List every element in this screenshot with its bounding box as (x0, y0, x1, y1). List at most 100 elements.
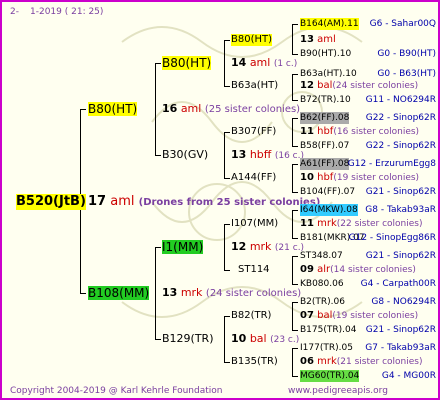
gen4-code-1: G6 - Sahar00Q (369, 19, 436, 29)
gen3-queen-1[interactable]: B80(HT) (231, 34, 273, 46)
gen1-line-2: 13 mrk (24 sister colonies) (162, 287, 301, 300)
gen3-abbr-8: mrk (317, 356, 337, 367)
gen2-num-2: 13 (231, 148, 247, 161)
gen4-queen-3[interactable]: B63a(HT).10 (300, 68, 357, 80)
gen3-line-1: 13 aml (300, 34, 336, 46)
gen1-abbr-1: aml (180, 102, 202, 115)
gen1-num-1: 16 (162, 102, 178, 115)
gen4-code-15: G7 - Takab93aR (365, 343, 436, 353)
gen4-queen-2[interactable]: B90(HT).10 (300, 48, 351, 60)
gen4-code-16: G4 - MG00R (381, 371, 436, 381)
gen2-queen-2[interactable]: B30(GV) (162, 149, 208, 161)
gen3-num-1: 13 (300, 34, 314, 45)
gen3-num-6: 09 (300, 264, 314, 275)
gen4-queen-7[interactable]: A61(FF).08 (300, 158, 350, 170)
gen4-code-3: G0 - B63(HT) (377, 69, 436, 79)
gen2-abbr-4: bal (249, 332, 267, 345)
gen3-num-3: 11 (300, 126, 314, 137)
root-desc: (Drones from 25 sister colonies) (138, 197, 321, 208)
gen2-num-4: 10 (231, 332, 247, 345)
gen2-queen-1[interactable]: B80(HT) (162, 56, 212, 70)
gen3-abbr-3: hbf (317, 126, 334, 137)
gen4-queen-5[interactable]: B62(FF).08 (300, 112, 350, 124)
gen2-abbr-3: mrk (249, 240, 272, 253)
gen2-desc-1: (1 c.) (273, 59, 298, 69)
gen4-code-7: G12 - ErzurumEgg8 (347, 159, 436, 169)
gen1-queen-2[interactable]: B108(MM) (88, 286, 150, 300)
gen3-queen-3[interactable]: B307(FF) (231, 126, 276, 138)
gen3-queen-8[interactable]: B135(TR) (231, 356, 278, 368)
gen3-desc-4: (19 sister colonies) (333, 173, 420, 183)
gen3-queen-6[interactable]: ST114 (238, 264, 270, 276)
gen3-desc-6: (14 sister colonies) (330, 265, 416, 275)
gen2-queen-3[interactable]: I1(MM) (162, 240, 204, 254)
gen3-line-3: 11 hbf(16 sister colonies) (300, 126, 419, 138)
gen4-queen-14[interactable]: B175(TR).04 (300, 324, 356, 336)
gen2-line-3: 12 mrk (21 c.) (231, 241, 304, 254)
gen3-line-8: 06 mrk(21 sister colonies) (300, 356, 423, 368)
gen4-code-2: G0 - B90(HT) (377, 49, 436, 59)
gen1-desc-2: (24 sister colonies) (205, 288, 302, 299)
gen2-line-4: 10 bal (23 c.) (231, 333, 299, 346)
gen3-line-5: 11 mrk(22 sister colonies) (300, 218, 423, 230)
gen4-queen-13[interactable]: B2(TR).06 (300, 296, 345, 308)
gen2-num-3: 12 (231, 240, 247, 253)
header-date: 1-2019 ( 21: 25) (30, 7, 104, 17)
gen1-abbr-2: mrk (180, 286, 203, 299)
gen4-code-4: G11 - NO6294R (365, 95, 436, 105)
gen3-num-7: 07 (300, 310, 314, 321)
gen4-queen-1[interactable]: B164(AM).11 (300, 18, 359, 30)
gen4-queen-15[interactable]: I177(TR).05 (300, 342, 353, 354)
gen4-queen-12[interactable]: KB080.06 (300, 278, 344, 290)
gen4-code-13: G8 - NO6294R (371, 297, 436, 307)
root-queen[interactable]: B520(JtB) (16, 194, 86, 210)
gen3-desc-7: (19 sister colonies) (332, 311, 419, 321)
gen3-line-4: 10 hbf(19 sister colonies) (300, 172, 419, 184)
gen4-code-5: G22 - Sinop62R (365, 113, 436, 123)
gen3-queen-2[interactable]: B63a(HT) (231, 80, 278, 92)
gen2-desc-4: (23 c.) (270, 335, 300, 345)
root-abbr: aml (110, 194, 135, 209)
gen4-code-8: G21 - Sinop62R (365, 187, 436, 197)
gen2-abbr-1: aml (249, 56, 271, 69)
gen4-code-12: G4 - Carpath00R (360, 279, 436, 289)
gen1-num-2: 13 (162, 286, 178, 299)
gen1-queen-1[interactable]: B80(HT) (88, 102, 138, 116)
gen2-queen-4[interactable]: B129(TR) (162, 333, 214, 345)
gen4-queen-16[interactable]: MG60(TR).04 (300, 370, 360, 382)
gen3-queen-4[interactable]: A144(FF) (231, 172, 276, 184)
gen2-num-1: 14 (231, 56, 247, 69)
gen3-abbr-5: mrk (317, 218, 337, 229)
gen3-abbr-2: bal (317, 80, 333, 91)
gen4-code-14: G21 - Sinop62R (365, 325, 436, 335)
gen3-desc-5: (22 sister colonies) (336, 219, 423, 229)
gen1-line-1: 16 aml (25 sister colonies) (162, 103, 300, 116)
header-left: 2- (10, 7, 19, 17)
gen1-desc-1: (25 sister colonies) (204, 104, 301, 115)
gen3-desc-8: (21 sister colonies) (336, 357, 423, 367)
root-num: 17 (88, 194, 107, 209)
pedigree-frame: 2- 1-2019 ( 21: 25) Copyright 2004-2019 … (0, 0, 440, 400)
gen3-num-4: 10 (300, 172, 314, 183)
gen3-num-5: 11 (300, 218, 314, 229)
gen3-abbr-7: bal (317, 310, 333, 321)
gen3-queen-5[interactable]: I107(MM) (231, 218, 278, 230)
gen4-queen-6[interactable]: B58(FF).07 (300, 140, 349, 152)
gen3-desc-2: (24 sister colonies) (332, 81, 419, 91)
footer-copyright: Copyright 2004-2019 @ Karl Kehrle Founda… (10, 386, 223, 396)
gen4-code-9: G8 - Takab93aR (365, 205, 436, 215)
gen2-line-1: 14 aml (1 c.) (231, 57, 297, 70)
footer-url[interactable]: www.pedigreeapis.org (288, 385, 388, 397)
gen4-code-6: G22 - Sinop62R (365, 141, 436, 151)
gen3-line-7: 07 bal(19 sister colonies) (300, 310, 418, 322)
gen3-num-8: 06 (300, 356, 314, 367)
gen3-num-2: 12 (300, 80, 314, 91)
gen4-queen-9[interactable]: I64(MKW).08 (300, 204, 358, 216)
gen4-queen-8[interactable]: B104(FF).07 (300, 186, 355, 198)
gen4-queen-4[interactable]: B72(TR).10 (300, 94, 351, 106)
gen3-queen-7[interactable]: B82(TR) (231, 310, 271, 322)
gen3-desc-3: (16 sister colonies) (333, 127, 420, 137)
gen3-line-6: 09 alr(14 sister colonies) (300, 264, 416, 276)
gen4-queen-11[interactable]: ST348.07 (300, 250, 343, 262)
gen3-abbr-4: hbf (317, 172, 334, 183)
